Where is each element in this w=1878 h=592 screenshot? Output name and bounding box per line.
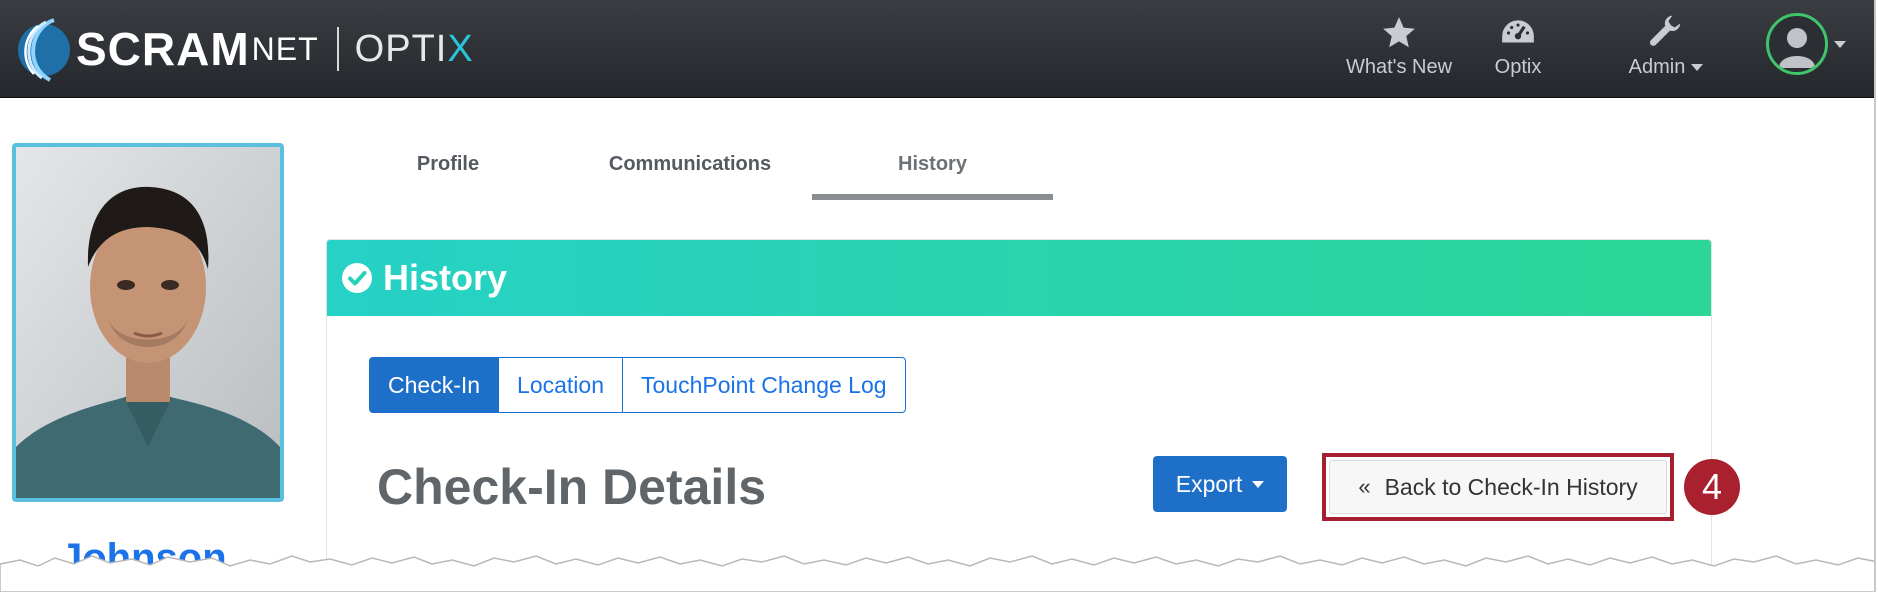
export-button[interactable]: Export: [1153, 456, 1287, 512]
nav-admin-text: Admin: [1628, 56, 1686, 78]
nav-whats-new[interactable]: What's New: [1340, 14, 1458, 84]
tab-history[interactable]: History: [812, 150, 1053, 200]
export-chevron-down-icon: [1252, 480, 1265, 488]
logo-optix-text: OPTIX: [355, 30, 474, 68]
history-panel-header: History: [327, 240, 1711, 316]
nav-admin-label: Admin: [1618, 56, 1714, 79]
nav-whats-new-label: What's New: [1345, 56, 1453, 78]
tab-profile[interactable]: Profile: [398, 150, 498, 200]
subtab-check-in[interactable]: Check-In: [369, 357, 500, 413]
app-window: SCRAM NET OPTIX What's New Optix Admin J…: [0, 0, 1876, 592]
profile-photo: [12, 143, 284, 502]
check-in-details-title: Check-In Details: [377, 459, 767, 515]
nav-optix[interactable]: Optix: [1478, 14, 1558, 84]
chevron-down-icon: [1691, 64, 1704, 72]
check-circle-icon: [342, 263, 372, 293]
subtab-touchpoint-change-log[interactable]: TouchPoint Change Log: [622, 357, 906, 413]
torn-edge-decoration: [0, 555, 1874, 592]
top-navbar: SCRAM NET OPTIX What's New Optix Admin: [0, 0, 1874, 98]
person-photo-image: [16, 147, 280, 498]
user-avatar-icon: [1779, 28, 1815, 68]
star-icon: [1383, 17, 1415, 48]
logo-optix-letters: OPTI: [354, 28, 448, 70]
user-menu-chevron-icon: [1834, 40, 1846, 48]
export-button-label: Export: [1175, 470, 1243, 497]
logo-optix-x: X: [447, 28, 474, 70]
subtab-location[interactable]: Location: [498, 357, 624, 413]
user-menu[interactable]: [1766, 12, 1846, 76]
scram-logo-mark-icon: [18, 18, 70, 82]
logo-net-text: NET: [251, 31, 319, 67]
nav-optix-label: Optix: [1494, 56, 1542, 78]
avatar: [1766, 13, 1828, 75]
step-number-badge: 4: [1684, 459, 1740, 515]
nav-admin[interactable]: Admin: [1618, 14, 1714, 84]
logo-divider: [336, 27, 339, 71]
history-subtabs: Check-In Location TouchPoint Change Log: [369, 357, 906, 413]
history-panel-title: History: [383, 257, 508, 298]
history-panel: History Check-In Location TouchPoint Cha…: [326, 239, 1712, 592]
dashboard-gauge-icon: [1502, 20, 1534, 43]
tab-communications[interactable]: Communications: [590, 150, 790, 200]
callout-highlight-box: [1322, 453, 1674, 521]
logo-scram-text: SCRAM: [76, 23, 250, 75]
wrench-icon: [1649, 15, 1681, 46]
scramnet-optix-logo[interactable]: SCRAM NET OPTIX: [10, 14, 474, 84]
